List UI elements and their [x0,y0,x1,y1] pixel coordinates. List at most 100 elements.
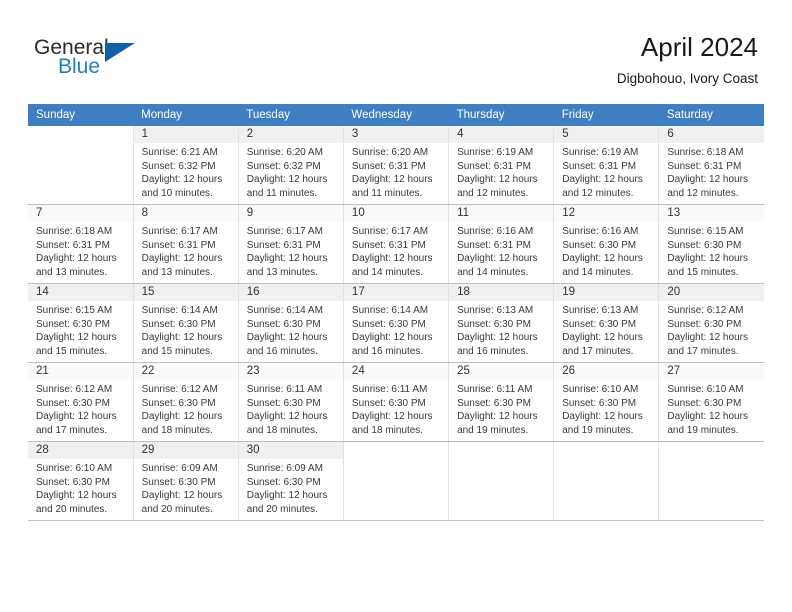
sunset-text: Sunset: 6:30 PM [667,397,742,409]
day-number: 26 [554,363,659,380]
calendar-day-cell[interactable]: 1 Sunrise: 6:21 AM Sunset: 6:32 PM Daylight… [133,126,239,205]
sunset-text: Sunset: 6:31 PM [562,160,637,172]
calendar-day-cell[interactable]: 27 Sunrise: 6:10 AM Sunset: 6:30 PM Dayligh… [658,362,764,442]
calendar-day-cell[interactable]: 10 Sunrise: 6:17 AM Sunset: 6:31 PM Dayligh… [343,204,450,284]
calendar-day-cell[interactable]: 30 Sunrise: 6:09 AM Sunset: 6:30 PM Dayligh… [238,441,344,521]
weekday-header-saturday: Saturday [658,104,764,126]
weekday-header-tuesday: Tuesday [238,104,344,126]
daylight-text-line1: Daylight: 12 hours [667,332,748,344]
day-details: Sunrise: 6:10 AM Sunset: 6:30 PM Daylight:… [659,380,764,437]
day-details: Sunrise: 6:16 AM Sunset: 6:30 PM Daylight:… [554,222,658,279]
calendar-day-cell[interactable]: 5 Sunrise: 6:19 AM Sunset: 6:31 PM Daylight… [553,126,660,205]
daylight-text-line2: and 11 minutes. [246,187,318,199]
calendar-day-cell[interactable]: 25 Sunrise: 6:11 AM Sunset: 6:30 PM Dayligh… [448,362,555,442]
day-details: Sunrise: 6:12 AM Sunset: 6:30 PM Daylight:… [659,301,764,358]
daylight-text-line1: Daylight: 12 hours [457,174,538,186]
calendar-cell-empty [553,441,660,521]
calendar-day-cell[interactable]: 20 Sunrise: 6:12 AM Sunset: 6:30 PM Dayligh… [658,283,764,363]
calendar-day-cell[interactable]: 26 Sunrise: 6:10 AM Sunset: 6:30 PM Dayligh… [553,362,660,442]
calendar-day-cell[interactable]: 9 Sunrise: 6:17 AM Sunset: 6:31 PM Daylight… [238,204,344,284]
calendar-day-cell[interactable]: 19 Sunrise: 6:13 AM Sunset: 6:30 PM Dayligh… [553,283,660,363]
sunrise-text: Sunrise: 6:18 AM [36,226,113,237]
daylight-text-line2: and 13 minutes. [36,266,108,278]
daylight-text-line1: Daylight: 12 hours [246,332,328,344]
day-details: Sunrise: 6:14 AM Sunset: 6:30 PM Daylight:… [134,301,238,358]
day-details: Sunrise: 6:10 AM Sunset: 6:30 PM Daylight:… [554,380,658,437]
sunrise-text: Sunrise: 6:14 AM [246,305,323,316]
day-details: Sunrise: 6:17 AM Sunset: 6:31 PM Daylight:… [134,222,238,279]
page-title: April 2024 [640,32,758,62]
calendar-cell-empty [28,126,134,205]
day-number: 12 [554,205,659,222]
calendar-day-cell[interactable]: 15 Sunrise: 6:14 AM Sunset: 6:30 PM Dayligh… [133,283,239,363]
daylight-text-line1: Daylight: 12 hours [36,332,117,344]
calendar-day-cell[interactable]: 11 Sunrise: 6:16 AM Sunset: 6:31 PM Dayligh… [448,204,555,284]
sunset-text: Sunset: 6:32 PM [141,160,216,172]
daylight-text-line1: Daylight: 12 hours [562,174,643,186]
calendar-day-cell[interactable]: 2 Sunrise: 6:20 AM Sunset: 6:32 PM Daylight… [238,126,344,205]
calendar-day-cell[interactable]: 7 Sunrise: 6:18 AM Sunset: 6:31 PM Daylight… [28,204,134,284]
calendar-cell-empty [448,441,555,521]
sunset-text: Sunset: 6:30 PM [246,397,321,409]
calendar-day-cell[interactable]: 24 Sunrise: 6:11 AM Sunset: 6:30 PM Dayligh… [343,362,450,442]
calendar-day-cell[interactable]: 28 Sunrise: 6:10 AM Sunset: 6:30 PM Dayligh… [28,441,134,521]
day-number [28,126,133,143]
calendar-day-cell[interactable]: 12 Sunrise: 6:16 AM Sunset: 6:30 PM Dayligh… [553,204,660,284]
sunset-text: Sunset: 6:30 PM [246,318,321,330]
sunrise-text: Sunrise: 6:14 AM [351,305,429,316]
sunrise-text: Sunrise: 6:16 AM [562,226,639,237]
day-number [449,442,553,459]
calendar-day-cell[interactable]: 23 Sunrise: 6:11 AM Sunset: 6:30 PM Dayligh… [238,362,344,442]
brand-logo[interactable]: General Blue [34,36,234,88]
day-number: 22 [133,363,238,380]
daylight-text-line2: and 17 minutes. [562,345,634,357]
daylight-text-line2: and 20 minutes. [36,503,108,515]
daylight-text-line2: and 12 minutes. [667,187,739,199]
daylight-text-line1: Daylight: 12 hours [246,253,328,265]
daylight-text-line2: and 15 minutes. [667,266,739,278]
calendar-day-cell[interactable]: 6 Sunrise: 6:18 AM Sunset: 6:31 PM Daylight… [658,126,764,205]
day-details: Sunrise: 6:11 AM Sunset: 6:30 PM Daylight:… [449,380,553,437]
sunrise-text: Sunrise: 6:10 AM [667,384,744,395]
daylight-text-line1: Daylight: 12 hours [562,253,643,265]
daylight-text-line2: and 17 minutes. [667,345,739,357]
day-number: 25 [449,363,554,380]
daylight-text-line2: and 15 minutes. [141,345,213,357]
day-number: 16 [238,284,343,301]
day-number: 20 [659,284,764,301]
sunset-text: Sunset: 6:30 PM [246,476,321,488]
sunrise-text: Sunrise: 6:11 AM [457,384,533,395]
calendar-day-cell[interactable]: 3 Sunrise: 6:20 AM Sunset: 6:31 PM Daylight… [343,126,450,205]
calendar-day-cell[interactable]: 16 Sunrise: 6:14 AM Sunset: 6:30 PM Dayligh… [238,283,344,363]
calendar-day-cell[interactable]: 8 Sunrise: 6:17 AM Sunset: 6:31 PM Daylight… [133,204,239,284]
day-number: 6 [659,126,764,143]
daylight-text-line2: and 12 minutes. [457,187,529,199]
daylight-text-line1: Daylight: 12 hours [36,490,117,502]
calendar-day-cell[interactable]: 18 Sunrise: 6:13 AM Sunset: 6:30 PM Dayligh… [448,283,555,363]
day-details: Sunrise: 6:12 AM Sunset: 6:30 PM Daylight:… [28,380,133,437]
day-number: 21 [28,363,133,380]
sunrise-text: Sunrise: 6:15 AM [36,305,113,316]
weekday-header-friday: Friday [553,104,659,126]
daylight-text-line2: and 16 minutes. [457,345,529,357]
daylight-text-line2: and 10 minutes. [141,187,213,199]
daylight-text-line1: Daylight: 12 hours [246,174,328,186]
sunrise-text: Sunrise: 6:12 AM [667,305,744,316]
calendar-day-cell[interactable]: 13 Sunrise: 6:15 AM Sunset: 6:30 PM Dayligh… [658,204,764,284]
calendar-day-cell[interactable]: 17 Sunrise: 6:14 AM Sunset: 6:30 PM Dayligh… [343,283,450,363]
day-details: Sunrise: 6:15 AM Sunset: 6:30 PM Daylight:… [28,301,133,358]
sunrise-text: Sunrise: 6:16 AM [457,226,534,237]
calendar-day-cell[interactable]: 4 Sunrise: 6:19 AM Sunset: 6:31 PM Daylight… [448,126,555,205]
calendar-day-cell[interactable]: 22 Sunrise: 6:12 AM Sunset: 6:30 PM Dayligh… [133,362,239,442]
day-details: Sunrise: 6:17 AM Sunset: 6:31 PM Daylight:… [239,222,343,279]
day-number: 10 [343,205,449,222]
calendar-day-cell[interactable]: 21 Sunrise: 6:12 AM Sunset: 6:30 PM Dayligh… [28,362,134,442]
day-number: 5 [554,126,659,143]
sunset-text: Sunset: 6:30 PM [141,318,216,330]
calendar-day-cell[interactable]: 14 Sunrise: 6:15 AM Sunset: 6:30 PM Dayligh… [28,283,134,363]
calendar-day-cell[interactable]: 29 Sunrise: 6:09 AM Sunset: 6:30 PM Dayligh… [133,441,239,521]
sunrise-text: Sunrise: 6:13 AM [457,305,534,316]
daylight-text-line1: Daylight: 12 hours [141,411,223,423]
daylight-text-line1: Daylight: 12 hours [36,411,117,423]
calendar-week-row: 1 Sunrise: 6:21 AM Sunset: 6:32 PM Daylight… [28,126,764,205]
